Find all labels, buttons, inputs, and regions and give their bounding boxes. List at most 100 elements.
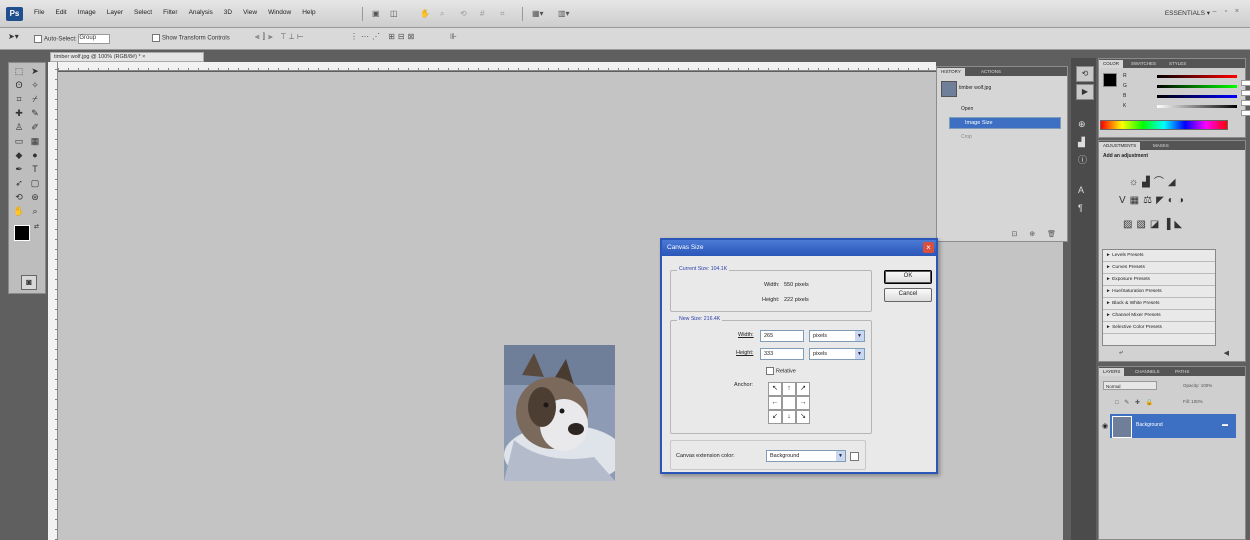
magic-wand-icon[interactable]: ✧ bbox=[28, 79, 42, 92]
layer-name[interactable]: Background bbox=[1136, 422, 1163, 428]
color-row-r[interactable]: R0 bbox=[1123, 73, 1250, 86]
tab-layers[interactable]: LAYERS bbox=[1099, 368, 1125, 376]
marquee-tool-icon[interactable]: ⬚ bbox=[12, 65, 26, 78]
channel-value[interactable]: 0 bbox=[1241, 100, 1250, 106]
history-panel-icon[interactable]: ⟲ bbox=[1076, 66, 1094, 82]
auto-select-dropdown[interactable]: Group bbox=[78, 34, 111, 44]
visibility-eye-icon[interactable]: ◉ bbox=[1102, 422, 1108, 430]
align-icons[interactable]: ⫷⫿⫸ ⊤⊥⊢ bbox=[255, 32, 306, 42]
wolf-image[interactable] bbox=[504, 345, 615, 481]
new-width-input[interactable]: 265 bbox=[760, 330, 804, 342]
hand-tool-icon[interactable]: ✋ bbox=[12, 205, 26, 218]
history-item-selected[interactable]: Image Size bbox=[949, 117, 1061, 129]
tab-masks[interactable]: MASKS bbox=[1149, 142, 1173, 150]
menu-window[interactable]: Window bbox=[268, 9, 291, 16]
tab-history[interactable]: HISTORY bbox=[937, 68, 965, 76]
menu-analysis[interactable]: Analysis bbox=[189, 9, 213, 16]
preset-selective-color[interactable]: ► Selective Color Presets bbox=[1103, 322, 1215, 334]
channel-value[interactable]: 0 bbox=[1241, 80, 1250, 86]
brush-tool-icon[interactable]: ✎ bbox=[28, 107, 42, 120]
arrange-documents-icon[interactable]: ▦▾ bbox=[532, 8, 544, 20]
foreground-color-swatch[interactable] bbox=[14, 225, 30, 241]
swap-colors-icon[interactable]: ⇄ bbox=[34, 223, 39, 230]
anchor-ne[interactable]: ↗ bbox=[796, 382, 810, 396]
preset-levels[interactable]: ► Levels Presets bbox=[1103, 250, 1215, 262]
relative-checkbox[interactable]: Relative bbox=[766, 367, 796, 375]
horizontal-ruler[interactable] bbox=[58, 62, 936, 71]
channel-value[interactable]: 0 bbox=[1241, 110, 1250, 116]
tab-actions[interactable]: ACTIONS bbox=[977, 68, 1005, 76]
layer-background[interactable]: ◉ Background ▬ bbox=[1102, 414, 1236, 438]
menu-3d[interactable]: 3D bbox=[224, 9, 232, 16]
menu-edit[interactable]: Edit bbox=[55, 9, 66, 16]
distribute-icons[interactable]: ⋮⋯⋰ ⊞⊟⊠ bbox=[350, 32, 417, 41]
preset-curves[interactable]: ► Curves Presets bbox=[1103, 262, 1215, 274]
quick-mask-icon[interactable]: ◙ bbox=[21, 275, 37, 290]
lock-icons[interactable]: □ ✎ ✚ 🔒 bbox=[1115, 399, 1155, 406]
extension-color-select[interactable]: Background ▼ bbox=[766, 450, 846, 462]
adjustment-icons-row2[interactable]: V▦⚖◤◐◑ bbox=[1119, 195, 1188, 206]
bridge-icon[interactable]: ▣ bbox=[372, 8, 380, 20]
navigator-icon[interactable]: ⊕ bbox=[1078, 116, 1086, 132]
vertical-ruler[interactable] bbox=[48, 62, 58, 540]
anchor-s[interactable]: ↓ bbox=[782, 410, 796, 424]
path-selection-icon[interactable]: ➶ bbox=[12, 177, 26, 190]
fill-field[interactable]: Fill: 100% bbox=[1183, 399, 1203, 404]
anchor-n[interactable]: ↑ bbox=[782, 382, 796, 396]
photoshop-logo[interactable]: Ps bbox=[6, 7, 23, 21]
type-tool-icon[interactable]: T bbox=[28, 163, 42, 176]
anchor-se[interactable]: ↘ bbox=[796, 410, 810, 424]
screen-mode-icon[interactable]: ◫ bbox=[390, 8, 398, 20]
history-item[interactable]: Open bbox=[949, 103, 1061, 115]
height-unit-select[interactable]: pixels ▼ bbox=[809, 348, 865, 360]
anchor-sw[interactable]: ↙ bbox=[768, 410, 782, 424]
dodge-tool-icon[interactable]: ● bbox=[28, 149, 42, 162]
channel-slider[interactable] bbox=[1157, 95, 1237, 98]
new-height-input[interactable]: 333 bbox=[760, 348, 804, 360]
document-tab[interactable]: timber wolf.jpg @ 100% (RGB/8#) * × bbox=[50, 52, 204, 62]
menu-view[interactable]: View bbox=[243, 9, 257, 16]
crop-tool-icon[interactable]: ⌗ bbox=[12, 93, 26, 106]
history-footer-icons[interactable]: ⊡ ⊕ 🗑 bbox=[1011, 230, 1061, 238]
guides-icon[interactable]: ⌗ bbox=[500, 8, 505, 20]
paragraph-icon[interactable]: ¶ bbox=[1078, 200, 1083, 216]
adjustment-icons-row3[interactable]: ▨▧◪▐◣ bbox=[1123, 219, 1186, 230]
channel-slider[interactable] bbox=[1157, 85, 1237, 88]
move-tool-icon[interactable]: ➤▾ bbox=[8, 32, 19, 41]
close-icon[interactable]: × bbox=[923, 242, 934, 253]
shape-tool-icon[interactable]: ▢ bbox=[28, 177, 42, 190]
preset-channel-mixer[interactable]: ► Channel Mixer Presets bbox=[1103, 310, 1215, 322]
dialog-titlebar[interactable]: Canvas Size × bbox=[662, 240, 936, 256]
actions-panel-icon[interactable]: ▶ bbox=[1076, 84, 1094, 100]
tab-color[interactable]: COLOR bbox=[1099, 60, 1124, 68]
channel-value[interactable]: 0 bbox=[1241, 90, 1250, 96]
snapshot-name[interactable]: timber wolf.jpg bbox=[959, 85, 991, 91]
info-icon[interactable]: ⓘ bbox=[1078, 152, 1087, 168]
foreground-color-box[interactable] bbox=[1103, 73, 1117, 87]
anchor-nw[interactable]: ↖ bbox=[768, 382, 782, 396]
rotate-view-icon[interactable]: ⟲ bbox=[460, 8, 467, 20]
3d-camera-icon[interactable]: ⊛ bbox=[28, 191, 42, 204]
healing-brush-icon[interactable]: ✚ bbox=[12, 107, 26, 120]
channel-slider[interactable] bbox=[1157, 75, 1237, 78]
gradient-tool-icon[interactable]: ▦ bbox=[28, 135, 42, 148]
auto-select-checkbox[interactable]: Auto-Select: Group bbox=[34, 34, 111, 44]
color-spectrum-bar[interactable] bbox=[1100, 120, 1228, 130]
adjustment-icons-row1[interactable]: ☼▟⌒◢ bbox=[1129, 173, 1180, 188]
color-row-g[interactable]: G0 bbox=[1123, 83, 1250, 96]
window-controls[interactable]: – ▫ × bbox=[1213, 8, 1242, 15]
tab-styles[interactable]: STYLES bbox=[1165, 60, 1190, 68]
tab-channels[interactable]: CHANNELS bbox=[1131, 368, 1164, 376]
anchor-e[interactable]: → bbox=[796, 396, 810, 410]
channel-slider[interactable] bbox=[1157, 105, 1237, 108]
zoom-tool-icon[interactable]: ⌕ bbox=[440, 8, 444, 20]
menu-select[interactable]: Select bbox=[134, 9, 152, 16]
preset-exposure[interactable]: ► Exposure Presets bbox=[1103, 274, 1215, 286]
width-unit-select[interactable]: pixels ▼ bbox=[809, 330, 865, 342]
preset-hue-saturation[interactable]: ► Hue/Saturation Presets bbox=[1103, 286, 1215, 298]
history-item[interactable]: Crop bbox=[949, 131, 1061, 143]
menu-image[interactable]: Image bbox=[78, 9, 96, 16]
grid-icon[interactable]: # bbox=[480, 8, 484, 20]
clone-stamp-icon[interactable]: ♙ bbox=[12, 121, 26, 134]
extension-color-swatch[interactable] bbox=[850, 452, 859, 461]
